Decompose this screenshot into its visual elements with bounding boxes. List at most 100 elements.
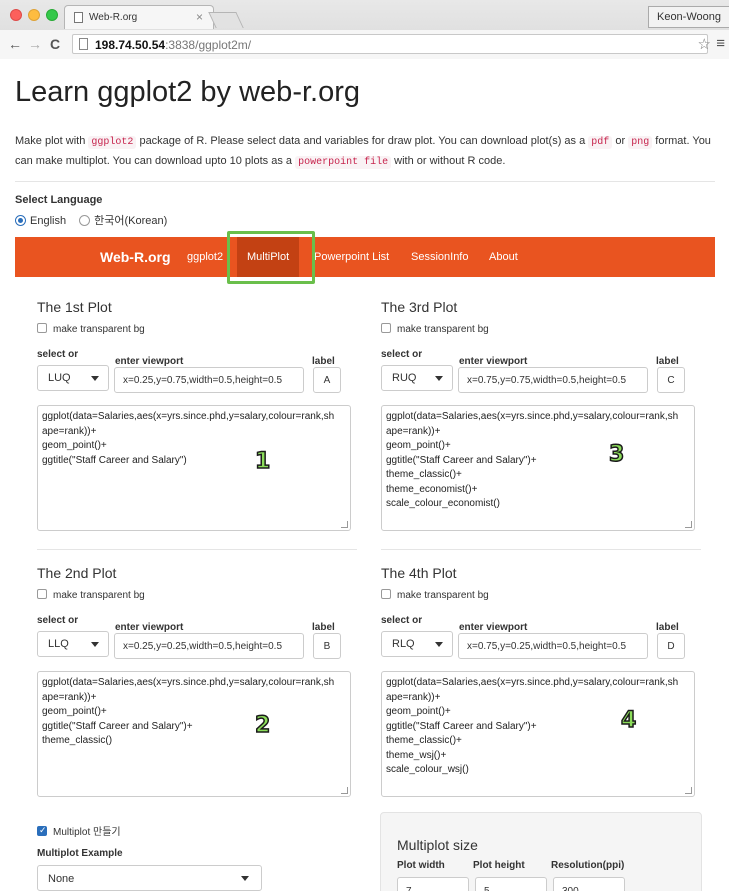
radio-english[interactable]: English — [15, 215, 66, 227]
multiplot-example-label: Multiplot Example — [37, 848, 123, 859]
resize-handle[interactable] — [341, 787, 348, 794]
nav-about[interactable]: About — [489, 251, 518, 263]
code-line: theme_classic()+ — [386, 469, 462, 480]
radio-label: English — [30, 215, 67, 227]
checkbox-icon — [381, 323, 391, 333]
code-line: ggtitle("Staff Career and Salary")+ — [386, 720, 537, 732]
code-powerpoint: powerpoint file — [295, 156, 392, 169]
code-textarea[interactable]: ggplot(data=Salaries,aes(x=yrs.since.phd… — [37, 405, 351, 531]
multiplot-size-panel: Multiplot size Plot width Plot height Re… — [380, 812, 702, 891]
position-select[interactable]: RUQ — [381, 365, 453, 391]
code-line: scale_colour_economist() — [386, 498, 500, 509]
annotation-number: 2 — [254, 712, 271, 739]
code-line: theme_classic()+ — [386, 735, 462, 746]
app-navbar: Web-R.org ggplot2 MultiPlot Powerpoint L… — [15, 237, 715, 277]
select-value: LLQ — [48, 638, 69, 650]
select-or-label: select or — [37, 615, 79, 626]
url-input[interactable]: 198.74.50.54:3838/ggplot2m/ — [72, 34, 708, 54]
menu-icon[interactable]: ≡ — [716, 35, 725, 52]
code-textarea[interactable]: ggplot(data=Salaries,aes(x=yrs.since.phd… — [381, 671, 695, 797]
select-or-label: select or — [381, 349, 423, 360]
select-language-label: Select Language — [15, 194, 103, 206]
radio-label: 한국어(Korean) — [94, 215, 168, 227]
code-line: ggplot(data=Salaries,aes(x=yrs.since.phd… — [386, 411, 679, 422]
intro-part: Make plot with — [15, 135, 89, 147]
label-input[interactable]: A — [313, 367, 341, 393]
close-icon[interactable]: × — [196, 10, 203, 24]
radio-korean[interactable]: 한국어(Korean) — [79, 215, 167, 227]
position-select[interactable]: LUQ — [37, 365, 109, 391]
transparent-checkbox[interactable]: make transparent bg — [37, 323, 145, 335]
checkbox-label: make transparent bg — [397, 324, 489, 335]
caret-down-icon — [91, 376, 99, 381]
plot-height-label: Plot height — [473, 860, 525, 871]
intro-part: package of R. Please select data and var… — [136, 135, 589, 147]
checkbox-checked-icon — [37, 825, 47, 836]
plot-title: The 3rd Plot — [381, 299, 458, 315]
maximize-window-button[interactable] — [46, 9, 58, 21]
radio-unchecked-icon — [79, 215, 91, 226]
minimize-window-button[interactable] — [28, 9, 40, 21]
nav-powerpoint-list[interactable]: Powerpoint List — [314, 251, 389, 263]
transparent-checkbox[interactable]: make transparent bg — [381, 323, 489, 335]
viewport-input[interactable]: x=0.75,y=0.25,width=0.5,height=0.5 — [458, 633, 648, 659]
select-value: RLQ — [392, 638, 415, 650]
plot-width-label: Plot width — [397, 860, 445, 871]
plot-height-input[interactable]: 5 — [475, 877, 547, 891]
checkbox-label: make transparent bg — [53, 590, 145, 601]
caret-down-icon — [241, 876, 249, 881]
label-label: label — [312, 356, 335, 367]
resize-handle[interactable] — [685, 787, 692, 794]
resolution-input[interactable]: 300 — [553, 877, 625, 891]
code-textarea[interactable]: ggplot(data=Salaries,aes(x=yrs.since.phd… — [381, 405, 695, 531]
brand-link[interactable]: Web-R.org — [100, 249, 171, 265]
reload-icon[interactable]: C — [50, 36, 60, 52]
label-input[interactable]: D — [657, 633, 685, 659]
viewport-input[interactable]: x=0.25,y=0.75,width=0.5,height=0.5 — [114, 367, 304, 393]
viewport-label: enter viewport — [115, 356, 184, 367]
forward-arrow-icon[interactable]: → — [28, 36, 42, 52]
nav-ggplot2[interactable]: ggplot2 — [187, 251, 223, 263]
plot-title: The 2nd Plot — [37, 565, 117, 581]
caret-down-icon — [435, 376, 443, 381]
position-select[interactable]: LLQ — [37, 631, 109, 657]
bookmark-star-icon[interactable]: ☆ — [698, 35, 711, 53]
annotation-number: 1 — [254, 448, 271, 475]
label-input[interactable]: C — [657, 367, 685, 393]
resize-handle[interactable] — [685, 521, 692, 528]
language-radio-group: English 한국어(Korean) — [15, 212, 177, 228]
browser-tab[interactable]: Web-R.org × — [64, 5, 214, 29]
page-icon — [79, 38, 88, 50]
code-line: ape=rank))+ — [42, 691, 97, 703]
position-select[interactable]: RLQ — [381, 631, 453, 657]
resolution-label: Resolution(ppi) — [551, 860, 625, 871]
address-bar-row: ← → C 198.74.50.54:3838/ggplot2m/ ☆ ≡ — [0, 30, 729, 59]
transparent-checkbox[interactable]: make transparent bg — [381, 589, 489, 601]
back-arrow-icon[interactable]: ← — [8, 36, 22, 52]
close-window-button[interactable] — [10, 9, 22, 21]
resize-handle[interactable] — [341, 521, 348, 528]
profile-button[interactable]: Keon-Woong — [647, 6, 729, 28]
code-textarea[interactable]: ggplot(data=Salaries,aes(x=yrs.since.phd… — [37, 671, 351, 797]
code-line: ggtitle("Staff Career and Salary")+ — [386, 454, 537, 466]
code-ggplot2: ggplot2 — [88, 136, 137, 149]
checkbox-label: make transparent bg — [53, 324, 145, 335]
nav-sessioninfo[interactable]: SessionInfo — [411, 251, 468, 263]
code-line: geom_point()+ — [42, 440, 107, 451]
multiplot-example-select[interactable]: None — [37, 865, 262, 891]
viewport-label: enter viewport — [459, 622, 528, 633]
multiplot-checkbox[interactable]: Multiplot 만들기 — [37, 823, 121, 838]
divider — [37, 549, 357, 550]
viewport-input[interactable]: x=0.75,y=0.75,width=0.5,height=0.5 — [458, 367, 648, 393]
plot-width-input[interactable]: 7 — [397, 877, 469, 891]
label-input[interactable]: B — [313, 633, 341, 659]
select-value: LUQ — [48, 372, 71, 384]
code-line: ape=rank))+ — [386, 691, 441, 703]
checkbox-icon — [37, 323, 47, 333]
viewport-input[interactable]: x=0.25,y=0.25,width=0.5,height=0.5 — [114, 633, 304, 659]
select-value: None — [48, 873, 75, 885]
plot-title: The 1st Plot — [37, 299, 112, 315]
transparent-checkbox[interactable]: make transparent bg — [37, 589, 145, 601]
select-value: RUQ — [392, 372, 417, 384]
code-line: theme_classic() — [42, 735, 113, 746]
